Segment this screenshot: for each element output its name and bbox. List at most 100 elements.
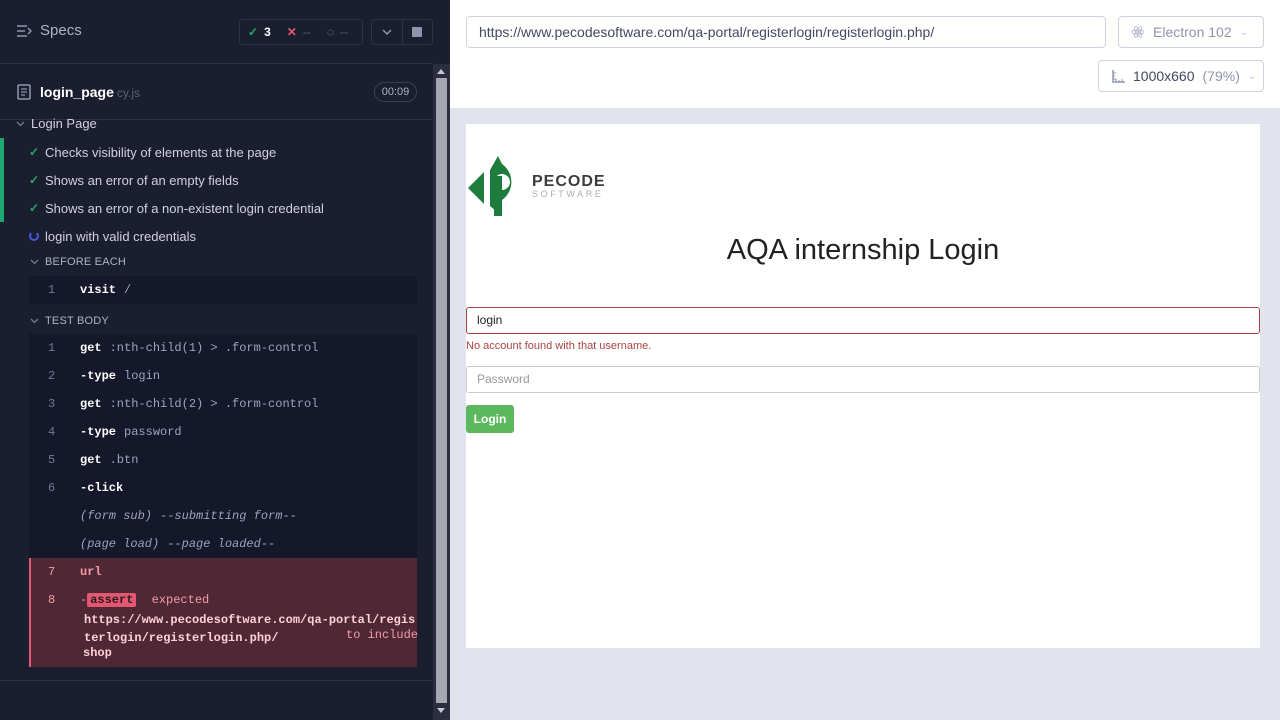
password-input[interactable]: Password (466, 366, 1260, 393)
spec-file-name: login_page (40, 84, 114, 100)
suite-title-label: Login Page (31, 116, 97, 131)
command-row[interactable]: (form sub) --submitting form-- (29, 502, 417, 530)
login-input[interactable]: login (466, 307, 1260, 334)
test-stats: ✓ 3 ✕ -- ◌ -- (239, 19, 363, 45)
passed-bar (0, 166, 4, 194)
command: get:nth-child(2) > .form-control (80, 397, 318, 411)
pending-stat: ◌ -- (319, 25, 356, 39)
test-label: Shows an error of a non-existent login c… (45, 200, 324, 216)
command-name: url (80, 565, 102, 579)
command-row[interactable]: 4 -type password (29, 418, 417, 446)
browser-label: Electron 102 (1153, 24, 1232, 40)
command-message: / (124, 283, 132, 297)
command-row[interactable]: 7 url (31, 558, 417, 586)
check-icon: ✓ (29, 145, 40, 159)
command-name: get (80, 453, 102, 467)
command-message: :nth-child(1) > .form-control (109, 341, 319, 355)
command-number: 5 (48, 453, 56, 467)
viewport-size: 1000x660 (1133, 68, 1195, 84)
chevron-down-icon: ⌄ (1239, 26, 1248, 38)
reporter-footer (0, 680, 433, 720)
chevron-down-icon (382, 29, 392, 35)
command: - assert expected (80, 593, 209, 607)
assert-value: shop (83, 646, 112, 660)
command-message: password (124, 425, 182, 439)
url-bar[interactable]: https://www.pecodesoftware.com/qa-portal… (466, 16, 1106, 48)
electron-icon (1131, 26, 1145, 38)
command-number: 8 (48, 593, 56, 607)
command: -click (80, 481, 131, 495)
command-name: -type (80, 425, 117, 439)
aut-header: https://www.pecodesoftware.com/qa-portal… (450, 0, 1280, 108)
chevron-down-icon (30, 259, 39, 265)
passed-count: 3 (264, 25, 271, 39)
pecode-logo: PECODE SOFTWARE (466, 154, 606, 218)
before-each-commands: 1 visit / (29, 276, 417, 304)
hook-title-label: TEST BODY (45, 315, 109, 327)
viewport-zoom: (79%) (1202, 68, 1240, 84)
command-name: (form sub) (80, 509, 153, 523)
command: -type login (80, 369, 160, 383)
command-message: --page loaded-- (167, 537, 276, 551)
command-row[interactable]: 5 get .btn (29, 446, 417, 474)
command: visit / (80, 283, 131, 297)
expand-button[interactable] (372, 20, 402, 44)
command: (page load) --page loaded-- (80, 537, 275, 551)
hook-title-label: BEFORE EACH (45, 256, 127, 268)
scroll-down-arrow-icon[interactable] (437, 708, 445, 713)
command-row[interactable]: 1 get :nth-child(1) > .form-control (29, 334, 417, 362)
spinner-icon (29, 231, 39, 241)
scroll-up-arrow-icon[interactable] (437, 69, 445, 74)
document-icon (17, 84, 31, 100)
suite-title[interactable]: Login Page (16, 116, 97, 131)
failed-x-icon: ✕ (286, 25, 297, 39)
command-name: get (80, 341, 102, 355)
command: get .btn (80, 453, 138, 467)
test-item[interactable]: ✓ Shows an error of an empty fields (0, 166, 433, 194)
assert-to-include: to include (346, 628, 419, 642)
command-row[interactable]: 2 -type login (29, 362, 417, 390)
command-message: .btn (109, 453, 139, 467)
hook-before-each[interactable]: BEFORE EACH (30, 256, 126, 268)
browser-selector[interactable]: Electron 102 ⌄ (1118, 16, 1264, 48)
spec-duration: 00:09 (374, 82, 417, 102)
test-item-running[interactable]: login with valid credentials (0, 222, 433, 250)
specs-menu-icon (17, 24, 32, 37)
command-row[interactable]: 1 visit / (29, 276, 417, 304)
command-row[interactable]: 3 get:nth-child(2) > .form-control (29, 390, 417, 418)
assert-expected: expected (151, 593, 210, 607)
app-frame: PECODE SOFTWARE AQA internship Login log… (466, 124, 1260, 648)
command-message: --submitting form-- (160, 509, 297, 523)
hook-test-body[interactable]: TEST BODY (30, 315, 109, 327)
command: -type password (80, 425, 182, 439)
command-row[interactable]: (page load) --page loaded-- (29, 530, 417, 558)
command-name: visit (80, 283, 117, 297)
test-label: login with valid credentials (45, 228, 197, 244)
command-name: (page load) (80, 537, 160, 551)
command-number: 1 (48, 341, 56, 355)
spec-file-ext: cy.js (116, 86, 141, 100)
command-number: 2 (48, 369, 56, 383)
viewport-info[interactable]: 1000x660 (79%) ⌄ (1098, 60, 1264, 92)
aut-panel: https://www.pecodesoftware.com/qa-portal… (450, 0, 1280, 720)
test-item[interactable]: ✓ Shows an error of a non-existent login… (0, 194, 433, 222)
command-row[interactable]: 6 -click (29, 474, 417, 502)
command-message: :nth-child(2) > .form-control (109, 397, 319, 411)
specs-button[interactable]: Specs (16, 22, 82, 39)
ruler-icon (1112, 70, 1125, 83)
chevron-down-icon: ⌄ (1247, 70, 1257, 82)
scroll-thumb[interactable] (436, 78, 447, 703)
stop-button[interactable] (401, 20, 433, 44)
test-label: Checks visibility of elements at the pag… (45, 144, 277, 160)
specs-label: Specs (40, 22, 82, 39)
reporter-scrollbar[interactable] (433, 64, 450, 720)
command-number: 4 (48, 425, 56, 439)
reporter-panel: Specs ✓ 3 ✕ -- ◌ -- login_page cy.js 00:… (0, 0, 450, 720)
stop-icon (412, 27, 423, 37)
test-label: Shows an error of an empty fields (45, 172, 239, 188)
spec-title: login_page cy.js (40, 84, 140, 100)
test-item[interactable]: ✓ Checks visibility of elements at the p… (0, 138, 433, 166)
spec-header: login_page cy.js 00:09 (0, 64, 433, 120)
command-name: -type (80, 369, 117, 383)
login-button[interactable]: Login (466, 405, 514, 433)
